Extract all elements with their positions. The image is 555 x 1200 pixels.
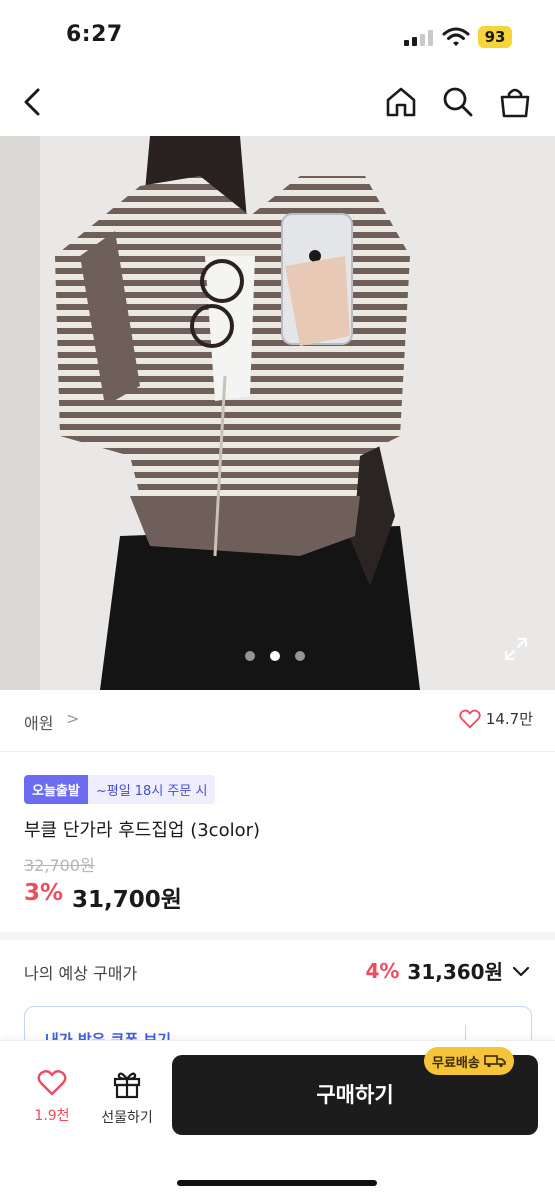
status-time: 6:27 <box>66 22 123 47</box>
product-image-gallery[interactable] <box>0 136 555 690</box>
heart-icon <box>459 709 481 728</box>
gift-label: 선물하기 <box>101 1110 153 1126</box>
back-button[interactable] <box>16 84 52 120</box>
expected-discount-rate: 4% <box>365 958 400 983</box>
seller-name[interactable]: 애원 <box>24 710 53 734</box>
gift-button[interactable]: 선물하기 <box>92 1069 162 1133</box>
search-icon <box>443 87 473 117</box>
wifi-icon <box>442 26 470 48</box>
pagination-dot[interactable] <box>295 651 305 661</box>
seller-row[interactable]: 애원 > 14.7만 <box>0 690 555 752</box>
store-like-count: 14.7만 <box>485 710 533 728</box>
store-like-button[interactable]: 14.7만 <box>459 708 533 729</box>
cellular-signal-icon <box>404 30 434 46</box>
wish-button[interactable]: 1.9천 <box>22 1069 82 1133</box>
today-shipping-badge: 오늘출발 <box>24 775 88 804</box>
shopping-bag-icon <box>500 88 530 118</box>
home-button[interactable] <box>383 84 419 120</box>
original-price: 32,700원 <box>24 856 95 875</box>
section-divider <box>0 932 555 940</box>
cart-button[interactable] <box>497 84 533 120</box>
discount-rate: 3% <box>24 880 64 906</box>
expected-price-toggle[interactable]: 4% 31,360원 <box>365 956 531 985</box>
shipping-condition-badge: ~평일 18시 주문 시 <box>87 775 216 804</box>
sale-price: 31,700원 <box>72 887 182 913</box>
pagination-dot[interactable] <box>245 651 255 661</box>
truck-icon <box>484 1055 506 1068</box>
battery-indicator: 93 <box>478 26 512 48</box>
wish-count: 1.9천 <box>34 1108 70 1124</box>
product-title: 부클 단가라 후드집업 (3color) <box>24 820 261 841</box>
gallery-pagination <box>245 651 305 663</box>
search-button[interactable] <box>440 84 476 120</box>
home-indicator <box>177 1180 377 1186</box>
nav-bar <box>0 70 555 134</box>
expected-price-value: 31,360원 <box>407 960 503 984</box>
chevron-left-icon <box>24 88 40 116</box>
fullscreen-icon[interactable] <box>503 636 529 662</box>
expected-price-label: 나의 예상 구매가 <box>24 964 138 983</box>
gift-icon <box>113 1072 141 1099</box>
heart-icon <box>37 1070 67 1096</box>
free-shipping-label: 무료배송 <box>432 1055 480 1071</box>
product-photo <box>0 136 555 690</box>
chevron-down-icon <box>512 966 530 976</box>
free-shipping-badge: 무료배송 <box>424 1047 514 1075</box>
pagination-dot-active[interactable] <box>270 651 280 661</box>
chevron-right-icon: > <box>66 709 80 728</box>
home-icon <box>386 87 416 117</box>
status-bar: 6:27 93 <box>0 0 555 70</box>
delivery-badges: 오늘출발 ~평일 18시 주문 시 <box>24 775 216 804</box>
expected-price-row[interactable]: 나의 예상 구매가 4% 31,360원 <box>0 942 555 1000</box>
